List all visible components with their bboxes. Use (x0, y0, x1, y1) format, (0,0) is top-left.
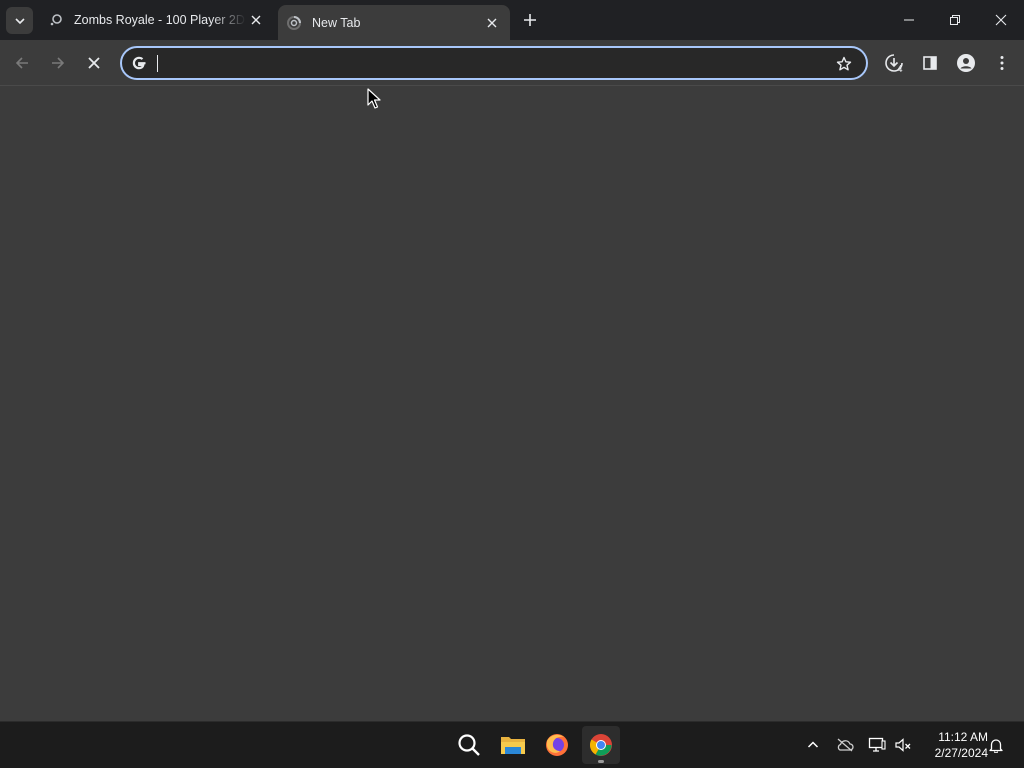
zombs-icon (48, 12, 64, 28)
windows-taskbar: 11:12 AM 2/27/2024 (0, 721, 1024, 768)
download-count-badge: 4 (897, 64, 903, 75)
kebab-menu-icon (1000, 56, 1004, 70)
menu-button[interactable] (988, 49, 1016, 77)
notifications-button[interactable] (985, 734, 1007, 756)
network-icon (868, 737, 886, 752)
close-tab-icon[interactable] (246, 10, 266, 30)
taskbar-file-explorer[interactable] (494, 726, 532, 764)
plus-icon (524, 14, 536, 26)
bell-icon (989, 739, 1003, 753)
close-window-button[interactable] (978, 0, 1024, 40)
chrome-icon (590, 734, 612, 756)
restore-button[interactable] (932, 0, 978, 40)
arrow-left-icon (15, 57, 28, 69)
new-tab-button[interactable] (518, 8, 542, 32)
side-panel-icon (923, 56, 937, 70)
taskbar-firefox[interactable] (538, 726, 576, 764)
volume-muted-icon (895, 738, 911, 752)
back-button[interactable] (8, 49, 36, 77)
chevron-down-icon (14, 17, 25, 24)
mouse-cursor-icon (367, 88, 381, 109)
tab-new-tab[interactable]: New Tab (278, 5, 510, 40)
side-panel-button[interactable] (916, 49, 944, 77)
restore-icon (950, 15, 960, 25)
title-bar: Zombs Royale - 100 Player 2D Battle Roya… (0, 0, 1024, 40)
close-tab-icon[interactable] (482, 13, 502, 33)
address-bar[interactable] (120, 46, 868, 80)
onedrive-tray-icon[interactable] (834, 734, 856, 756)
network-tray-icon[interactable] (866, 734, 888, 756)
google-icon (130, 54, 148, 72)
show-hidden-icons-button[interactable] (802, 734, 824, 756)
minimize-button[interactable] (886, 0, 932, 40)
taskbar-search-button[interactable] (450, 726, 488, 764)
tab-title: Zombs Royale - 100 Player 2D Battle Roya… (74, 13, 246, 27)
minimize-icon (904, 19, 914, 21)
taskbar-chrome[interactable] (582, 726, 620, 764)
bookmark-star-icon[interactable] (834, 54, 854, 74)
tab-title: New Tab (312, 15, 361, 30)
loading-spinner-icon (286, 15, 302, 31)
close-icon (88, 57, 100, 69)
cloud-off-icon (837, 738, 854, 752)
clock-date: 2/27/2024 (934, 746, 988, 760)
firefox-icon (546, 734, 568, 756)
text-caret (157, 55, 158, 72)
system-clock[interactable]: 11:12 AM 2/27/2024 (918, 729, 988, 761)
browser-toolbar: 4 (0, 40, 1024, 86)
tab-zombs-royale[interactable]: Zombs Royale - 100 Player 2D Battle Roya… (40, 0, 274, 40)
close-icon (995, 14, 1007, 26)
clock-time: 11:12 AM (938, 730, 988, 744)
search-icon (458, 734, 480, 756)
chevron-up-icon (807, 741, 819, 748)
folder-icon (501, 737, 525, 754)
address-input[interactable] (156, 52, 816, 74)
active-app-indicator (598, 760, 604, 763)
arrow-right-icon (52, 57, 65, 69)
profile-button[interactable] (952, 49, 980, 77)
volume-tray-icon[interactable] (892, 734, 914, 756)
forward-button[interactable] (44, 49, 72, 77)
stop-loading-button[interactable] (80, 49, 108, 77)
tab-search-button[interactable] (6, 7, 33, 34)
page-content[interactable] (0, 87, 1024, 721)
profile-icon (957, 54, 975, 72)
downloads-button[interactable]: 4 (880, 49, 908, 77)
